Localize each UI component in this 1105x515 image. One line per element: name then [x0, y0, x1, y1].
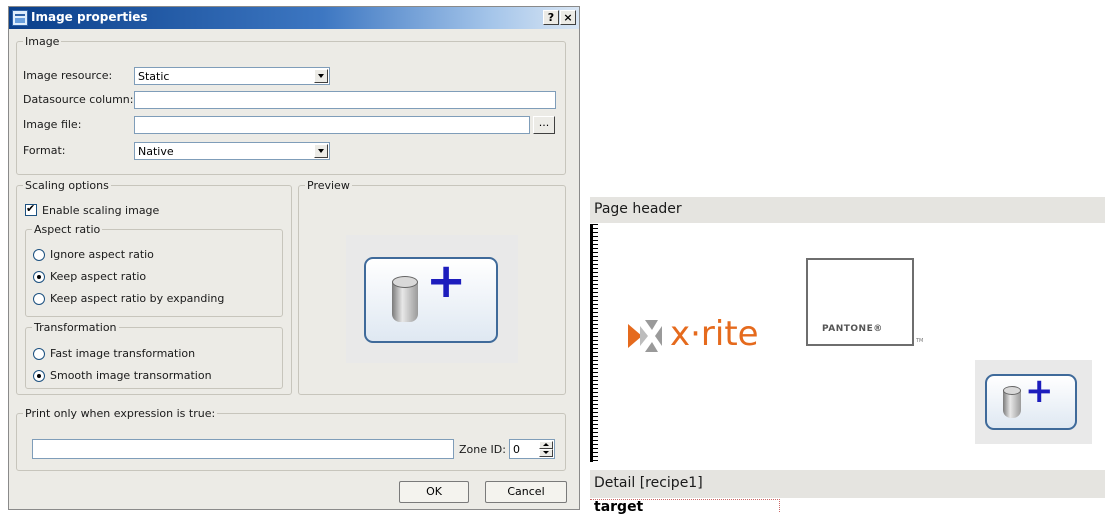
enable-scaling-label[interactable]: Enable scaling image	[42, 204, 159, 217]
datasource-column-input[interactable]	[134, 91, 556, 109]
transformation-legend: Transformation	[32, 321, 119, 334]
image-file-input[interactable]	[134, 116, 530, 134]
datasource-column-label: Datasource column:	[23, 93, 134, 106]
keep-aspect-label[interactable]: Keep aspect ratio	[50, 270, 146, 283]
close-button[interactable]: ×	[560, 10, 576, 25]
smooth-transform-label[interactable]: Smooth image transormation	[50, 369, 212, 382]
pantone-logo[interactable]: PANTONE®	[806, 258, 914, 346]
detail-band[interactable]: Detail [recipe1]	[590, 470, 1105, 498]
image-group-legend: Image	[23, 35, 62, 48]
print-expression-input[interactable]	[32, 439, 454, 459]
pantone-tm: TM	[916, 338, 924, 344]
format-label: Format:	[23, 144, 66, 157]
image-properties-dialog: Image properties ? × Image Image resourc…	[8, 6, 580, 510]
keep-aspect-expanding-radio[interactable]	[33, 293, 45, 305]
scaling-options-legend: Scaling options	[23, 179, 111, 192]
keep-aspect-expanding-label[interactable]: Keep aspect ratio by expanding	[50, 292, 224, 305]
ignore-aspect-radio[interactable]	[33, 249, 45, 261]
zone-id-spinner[interactable]: 0	[509, 439, 555, 459]
zone-id-value: 0	[513, 443, 520, 456]
chevron-down-icon[interactable]	[314, 69, 328, 83]
pantone-wordmark: PANTONE®	[822, 324, 883, 334]
ok-button[interactable]: OK	[399, 481, 469, 503]
zone-id-label: Zone ID:	[459, 443, 506, 456]
xrite-mark-icon	[628, 320, 662, 352]
image-resource-value: Static	[138, 70, 170, 83]
spin-down-icon[interactable]	[539, 449, 553, 457]
help-button[interactable]: ?	[543, 10, 559, 25]
smooth-transform-radio[interactable]	[33, 370, 45, 382]
dialog-titlebar[interactable]: Image properties ? ×	[9, 7, 579, 29]
cancel-button[interactable]: Cancel	[485, 481, 567, 503]
dialog-app-icon	[12, 10, 28, 26]
enable-scaling-checkbox[interactable]	[25, 202, 37, 216]
image-file-label: Image file:	[23, 118, 82, 131]
fast-transform-label[interactable]: Fast image transformation	[50, 347, 195, 360]
fast-transform-radio[interactable]	[33, 348, 45, 360]
preview-legend: Preview	[305, 179, 352, 192]
browse-file-button[interactable]: ...	[533, 116, 555, 134]
vertical-ruler	[590, 224, 598, 462]
print-expression-legend: Print only when expression is true:	[23, 407, 218, 420]
image-resource-select[interactable]: Static	[134, 67, 330, 85]
detail-field-box[interactable]: target	[590, 499, 780, 514]
spin-up-icon[interactable]	[539, 441, 553, 449]
page-header-label: Page header	[594, 201, 682, 217]
page-header-band[interactable]: Page header	[590, 197, 1105, 223]
xrite-wordmark: x·rite	[670, 314, 759, 354]
format-value: Native	[138, 145, 174, 158]
image-resource-label: Image resource:	[23, 69, 113, 82]
ignore-aspect-label[interactable]: Ignore aspect ratio	[50, 248, 154, 261]
add-image-icon: +	[346, 235, 518, 363]
keep-aspect-radio[interactable]	[33, 271, 45, 283]
format-select[interactable]: Native	[134, 142, 330, 160]
add-image-icon[interactable]: +	[975, 360, 1092, 444]
detail-band-label: Detail [recipe1]	[594, 475, 703, 491]
chevron-down-icon[interactable]	[314, 144, 328, 158]
dialog-title: Image properties	[31, 10, 148, 24]
aspect-ratio-legend: Aspect ratio	[32, 223, 103, 236]
